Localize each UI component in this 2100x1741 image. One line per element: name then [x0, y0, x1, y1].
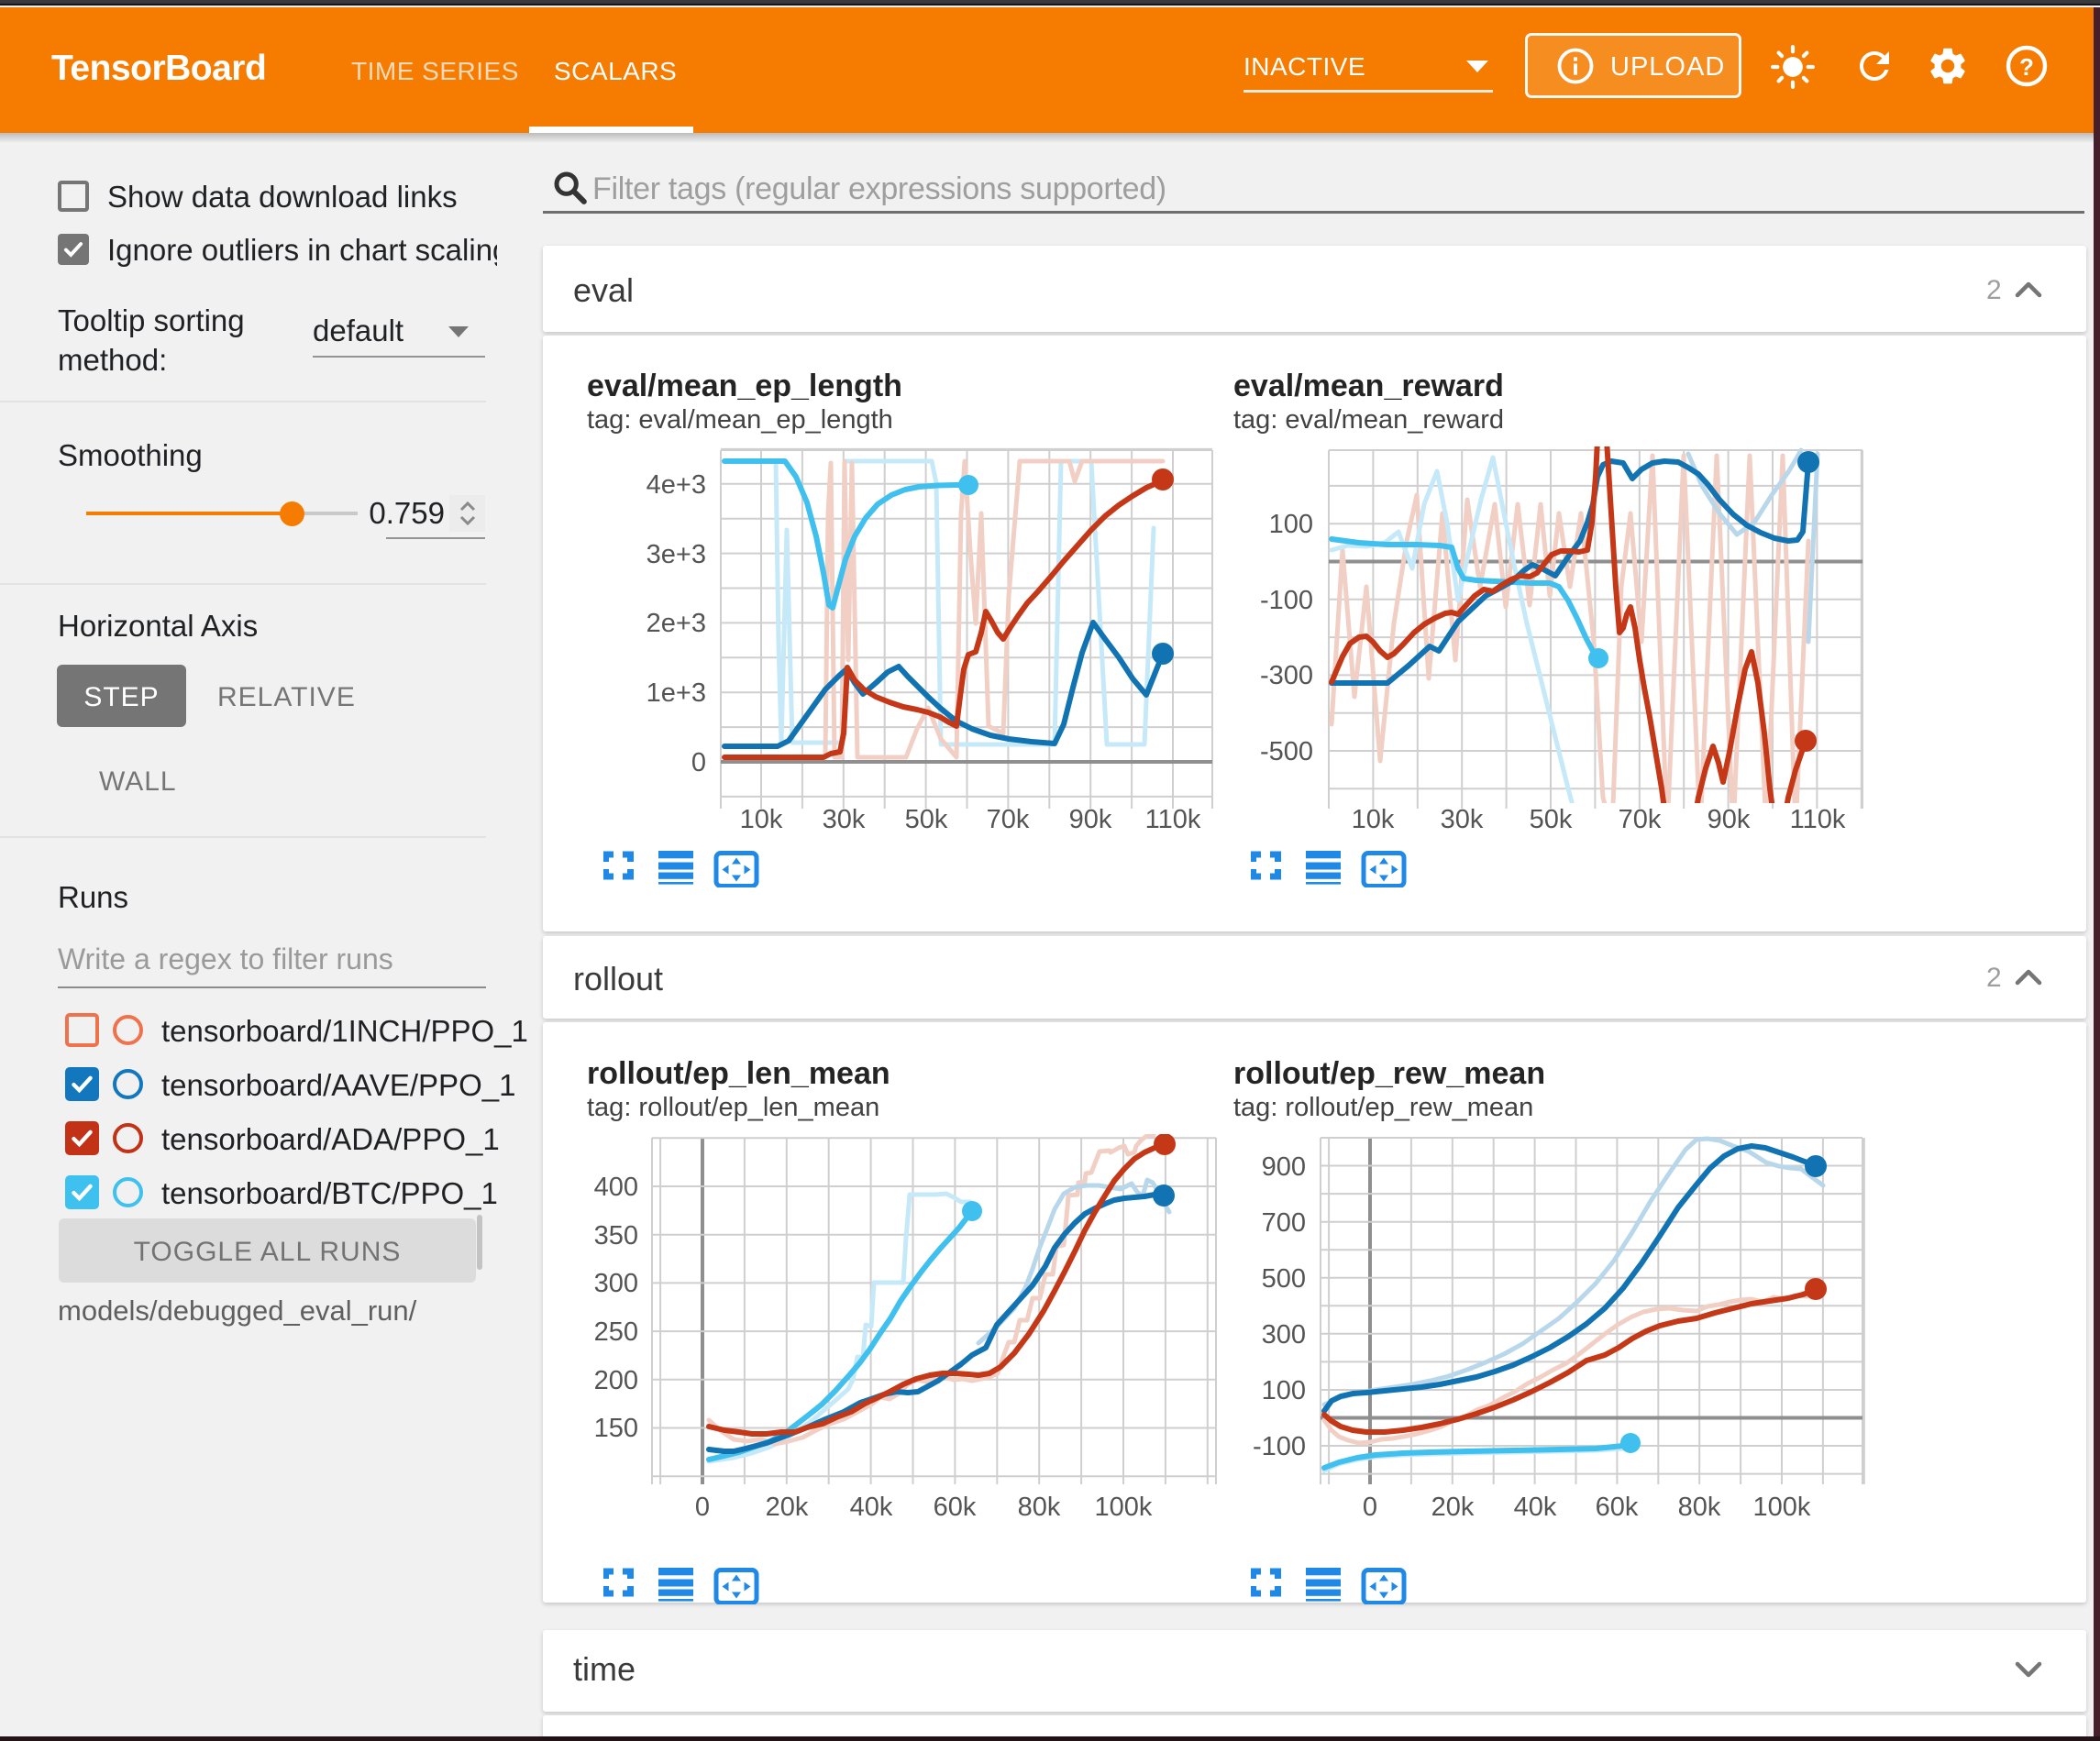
- svg-text:30k: 30k: [823, 805, 866, 834]
- svg-text:10k: 10k: [740, 805, 783, 834]
- svg-text:700: 700: [1262, 1208, 1306, 1238]
- svg-text:0: 0: [1363, 1493, 1377, 1522]
- svg-text:90k: 90k: [1708, 805, 1751, 834]
- svg-text:100: 100: [1262, 1376, 1306, 1405]
- svg-text:100: 100: [1269, 510, 1313, 539]
- svg-text:90k: 90k: [1069, 805, 1112, 834]
- svg-text:60k: 60k: [934, 1493, 977, 1522]
- svg-text:20k: 20k: [766, 1493, 809, 1522]
- svg-text:60k: 60k: [1596, 1493, 1639, 1522]
- svg-text:2e+3: 2e+3: [647, 609, 706, 638]
- svg-text:100k: 100k: [1095, 1493, 1153, 1522]
- svg-text:4e+3: 4e+3: [647, 470, 706, 500]
- svg-text:200: 200: [594, 1366, 638, 1395]
- svg-text:3e+3: 3e+3: [647, 540, 706, 569]
- svg-text:500: 500: [1262, 1264, 1306, 1294]
- svg-text:-300: -300: [1260, 661, 1313, 690]
- svg-text:40k: 40k: [850, 1493, 893, 1522]
- svg-text:80k: 80k: [1018, 1493, 1061, 1522]
- svg-text:-100: -100: [1253, 1432, 1306, 1461]
- svg-text:0: 0: [695, 1493, 710, 1522]
- svg-text:30k: 30k: [1441, 805, 1484, 834]
- svg-text:110k: 110k: [1145, 805, 1201, 834]
- svg-text:1e+3: 1e+3: [647, 678, 706, 708]
- svg-text:70k: 70k: [1619, 805, 1662, 834]
- svg-text:80k: 80k: [1678, 1493, 1721, 1522]
- svg-text:300: 300: [1262, 1320, 1306, 1350]
- svg-text:400: 400: [594, 1173, 638, 1202]
- svg-text:-500: -500: [1260, 737, 1313, 766]
- svg-text:350: 350: [594, 1221, 638, 1251]
- svg-text:-100: -100: [1260, 586, 1313, 615]
- svg-text:0: 0: [691, 748, 706, 777]
- svg-text:20k: 20k: [1431, 1493, 1475, 1522]
- svg-text:300: 300: [594, 1269, 638, 1298]
- svg-text:100k: 100k: [1753, 1493, 1811, 1522]
- svg-text:110k: 110k: [1790, 805, 1846, 834]
- svg-text:250: 250: [594, 1317, 638, 1347]
- svg-text:900: 900: [1262, 1152, 1306, 1182]
- svg-text:70k: 70k: [987, 805, 1030, 834]
- svg-text:150: 150: [594, 1414, 638, 1443]
- svg-text:40k: 40k: [1514, 1493, 1557, 1522]
- svg-text:50k: 50k: [1530, 805, 1573, 834]
- svg-text:50k: 50k: [905, 805, 948, 834]
- svg-text:?: ?: [2019, 53, 2034, 81]
- svg-text:10k: 10k: [1352, 805, 1395, 834]
